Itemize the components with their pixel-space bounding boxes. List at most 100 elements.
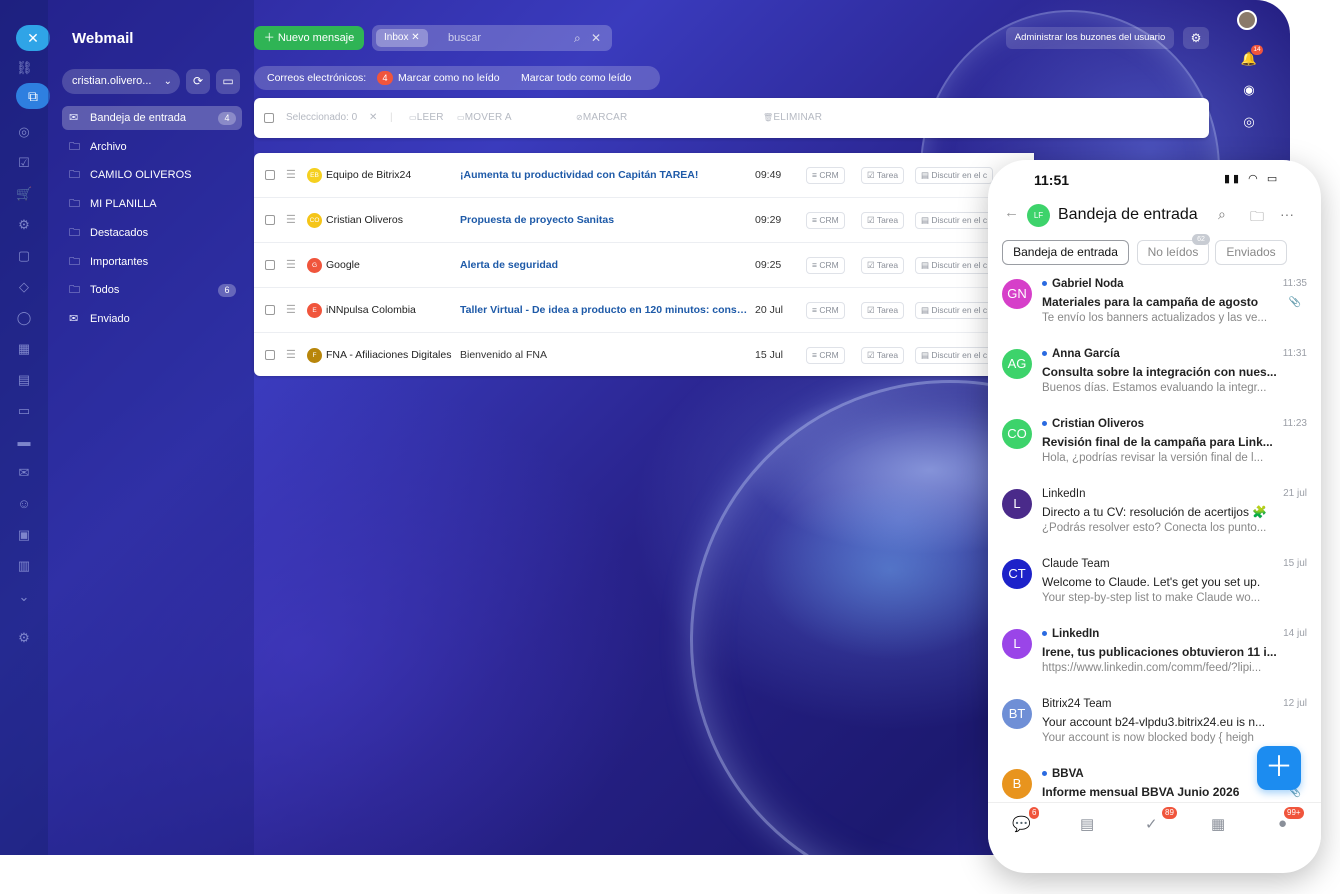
settings-icon[interactable]: ⚙ bbox=[16, 630, 32, 646]
diamond-icon[interactable]: ◇ bbox=[16, 279, 32, 295]
crm-tag[interactable]: ≡ CRM bbox=[806, 212, 845, 229]
search-box[interactable]: Inbox ✕ buscar ⌕ ✕ bbox=[372, 25, 612, 51]
link-icon[interactable]: ⛓ bbox=[16, 60, 33, 76]
more-icon[interactable]: ··· bbox=[1280, 206, 1294, 222]
clear-icon[interactable]: ✕ bbox=[591, 25, 601, 51]
folder-enviado[interactable]: ✉ Enviado bbox=[62, 307, 242, 331]
delete-action[interactable]: 🗑 ELIMINAR bbox=[763, 98, 822, 138]
folder-importantes[interactable]: 🗀 Importantes bbox=[62, 250, 242, 274]
email-row[interactable]: ☰ F FNA - Afiliaciones Digitales Bienvenido… bbox=[254, 333, 1034, 376]
mobile-message-item[interactable]: L LinkedIn 14 jul Irene, tus publicaciones … bbox=[988, 622, 1321, 692]
gear-icon[interactable]: ⚙ bbox=[1183, 27, 1209, 49]
checkbox-icon[interactable]: ☑ bbox=[16, 155, 32, 171]
move-action[interactable]: ▭ MOVER A LA CARPETA bbox=[457, 98, 512, 203]
discuss-tag[interactable]: ▤ Discutir en el c bbox=[915, 302, 994, 319]
drag-handle-icon[interactable]: ☰ bbox=[286, 153, 296, 198]
crm-tag[interactable]: ≡ CRM bbox=[806, 302, 845, 319]
folder-inbox[interactable]: ✉ Bandeja de entrada 4 bbox=[62, 106, 242, 130]
tab-inbox[interactable]: Bandeja de entrada bbox=[1002, 240, 1129, 265]
crm-tag[interactable]: ≡ CRM bbox=[806, 257, 845, 274]
email-subject[interactable]: Taller Virtual - De idea a producto en 1… bbox=[460, 288, 750, 333]
email-subject[interactable]: ¡Aumenta tu productividad con Capitán TA… bbox=[460, 153, 698, 198]
tasks-tab-icon[interactable]: ✓ bbox=[1145, 815, 1158, 833]
discuss-tag[interactable]: ▤ Discutir en el c bbox=[915, 257, 994, 274]
email-subject[interactable]: Propuesta de proyecto Sanitas bbox=[460, 198, 614, 243]
drag-handle-icon[interactable]: ☰ bbox=[286, 243, 296, 288]
select-all-checkbox[interactable] bbox=[264, 113, 274, 123]
inbox-icon[interactable]: ▣ bbox=[16, 527, 32, 543]
folder-camilo[interactable]: 🗀 CAMILO OLIVEROS bbox=[62, 163, 242, 187]
library-icon[interactable]: ▥ bbox=[16, 558, 32, 574]
mobile-message-item[interactable]: CO Cristian Oliveros 11:23 Revisión final d… bbox=[988, 412, 1321, 482]
email-row[interactable]: ☰ G Google Alerta de seguridad 09:25 ≡ CRM ☑ T… bbox=[254, 243, 1034, 288]
folder-icon[interactable]: 🗀 bbox=[1250, 206, 1264, 230]
crm-tag[interactable]: ≡ CRM bbox=[806, 167, 845, 184]
row-checkbox[interactable] bbox=[265, 350, 275, 360]
spam-action[interactable]: ⊘ MARCAR COMO CORREO NO DESEADO bbox=[576, 98, 633, 283]
search-icon[interactable]: ⌕ bbox=[574, 25, 581, 51]
manage-mailboxes-button[interactable]: Administrar los buzones del usuario bbox=[1006, 27, 1174, 49]
folder-todos[interactable]: 🗀 Todos 6 bbox=[62, 278, 242, 302]
mark-unread-link[interactable]: Marcar como no leído bbox=[398, 66, 500, 90]
chat-tab-icon[interactable]: 💬 bbox=[1012, 815, 1031, 833]
mark-all-read-link[interactable]: Marcar todo como leído bbox=[521, 66, 631, 90]
folder-button[interactable]: ▭ bbox=[216, 69, 240, 94]
compose-fab-button[interactable]: ＋ bbox=[1257, 746, 1301, 790]
clear-selection-icon[interactable]: ✕ bbox=[369, 98, 377, 138]
task-tag[interactable]: ☑ Tarea bbox=[861, 167, 905, 184]
email-row[interactable]: ☰ EB Equipo de Bitrix24 ¡Aumenta tu product… bbox=[254, 153, 1034, 198]
email-subject[interactable]: Alerta de seguridad bbox=[460, 243, 558, 288]
tab-unread[interactable]: No leídos 62 bbox=[1137, 234, 1210, 265]
row-checkbox[interactable] bbox=[265, 215, 275, 225]
user-avatar[interactable] bbox=[1237, 10, 1257, 30]
drag-handle-icon[interactable]: ☰ bbox=[286, 198, 296, 243]
search-icon[interactable]: ⌕ bbox=[1218, 206, 1226, 223]
external-link-icon[interactable]: ⧉ bbox=[16, 83, 50, 109]
folder-planilla[interactable]: 🗀 MI PLANILLA bbox=[62, 192, 242, 216]
mobile-message-item[interactable]: AG Anna García 11:31 Consulta sobre la inte… bbox=[988, 342, 1321, 412]
drag-handle-icon[interactable]: ☰ bbox=[286, 288, 296, 333]
chevron-down-icon[interactable]: ⌄ bbox=[16, 589, 32, 605]
gear-small-icon[interactable]: ⚙ bbox=[16, 217, 32, 233]
document-tab-icon[interactable]: ▤ bbox=[1080, 815, 1094, 833]
search-chat-icon[interactable]: ◎ bbox=[1240, 113, 1258, 131]
calendar-tab-icon[interactable]: ▦ bbox=[1211, 815, 1225, 833]
calendar-icon[interactable]: ▦ bbox=[16, 341, 32, 357]
folder-archivo[interactable]: 🗀 Archivo bbox=[62, 135, 242, 159]
chat-icon[interactable]: ▢ bbox=[16, 248, 32, 264]
document-icon[interactable]: ▤ bbox=[16, 372, 32, 388]
users-icon[interactable]: ☺ bbox=[16, 496, 32, 512]
discuss-tag[interactable]: ▤ Discutir en el c bbox=[915, 212, 994, 229]
task-tag[interactable]: ☑ Tarea bbox=[861, 257, 905, 274]
mobile-message-item[interactable]: L LinkedIn 21 jul Directo a tu CV: resoluci… bbox=[988, 482, 1321, 552]
inbox-filter-chip[interactable]: Inbox ✕ bbox=[376, 29, 428, 47]
tab-sent[interactable]: Enviados bbox=[1215, 240, 1287, 265]
presentation-icon[interactable]: ▭ bbox=[16, 403, 32, 419]
mobile-message-item[interactable]: CT Claude Team 15 jul Welcome to Claude. Le… bbox=[988, 552, 1321, 622]
chip-close-icon[interactable]: ✕ bbox=[411, 32, 419, 43]
circle-icon[interactable]: ◯ bbox=[16, 310, 32, 326]
task-tag[interactable]: ☑ Tarea bbox=[861, 212, 905, 229]
new-message-button[interactable]: ＋ Nuevo mensaje bbox=[254, 26, 364, 50]
cart-icon[interactable]: 🛒 bbox=[16, 186, 32, 202]
email-subject[interactable]: Bienvenido al FNA bbox=[460, 333, 547, 376]
read-action[interactable]: ▭ LEER bbox=[409, 98, 444, 138]
email-row[interactable]: ☰ EiNNpulsa Colombia Taller Virtual - De i… bbox=[254, 288, 1034, 333]
row-checkbox[interactable] bbox=[265, 260, 275, 270]
discuss-tag[interactable]: ▤ Discutir en el c bbox=[915, 347, 994, 364]
discuss-tag[interactable]: ▤ Discutir en el c bbox=[915, 167, 994, 184]
chat-bubble-icon[interactable]: ◉ bbox=[1240, 81, 1258, 99]
drag-handle-icon[interactable]: ☰ bbox=[286, 333, 296, 376]
task-tag[interactable]: ☑ Tarea bbox=[861, 347, 905, 364]
mobile-message-item[interactable]: GN Gabriel Noda 11:35 Materiales para la ca… bbox=[988, 272, 1321, 342]
row-checkbox[interactable] bbox=[265, 170, 275, 180]
target-icon[interactable]: ◎ bbox=[16, 124, 32, 140]
card-icon[interactable]: ▬ bbox=[16, 434, 32, 450]
task-tag[interactable]: ☑ Tarea bbox=[861, 302, 905, 319]
mail-icon[interactable]: ✉ bbox=[16, 465, 32, 481]
back-arrow-icon[interactable]: ← bbox=[1004, 204, 1019, 221]
refresh-button[interactable]: ⟳ bbox=[186, 69, 210, 94]
avatar[interactable]: LF bbox=[1027, 204, 1050, 227]
close-icon[interactable]: ✕ bbox=[16, 25, 50, 51]
folder-destacados[interactable]: 🗀 Destacados bbox=[62, 221, 242, 245]
